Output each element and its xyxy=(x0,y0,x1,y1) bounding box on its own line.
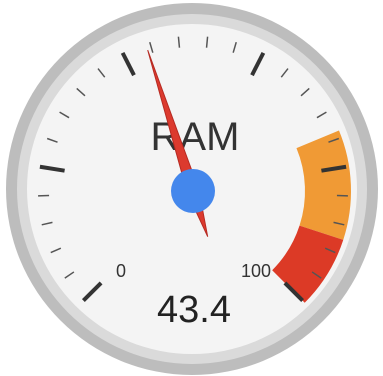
gauge-minor-tick xyxy=(177,36,181,48)
gauge-value-readout: 43.4 xyxy=(157,289,231,331)
gauge-min-label: 0 xyxy=(116,261,126,281)
gauge-max-label: 100 xyxy=(241,261,271,281)
gauge-label: RAM xyxy=(151,115,240,159)
gauge-minor-tick xyxy=(205,36,209,48)
ram-gauge: RAM 0 100 43.4 xyxy=(6,3,378,375)
gauge-needle-hub xyxy=(171,169,215,213)
